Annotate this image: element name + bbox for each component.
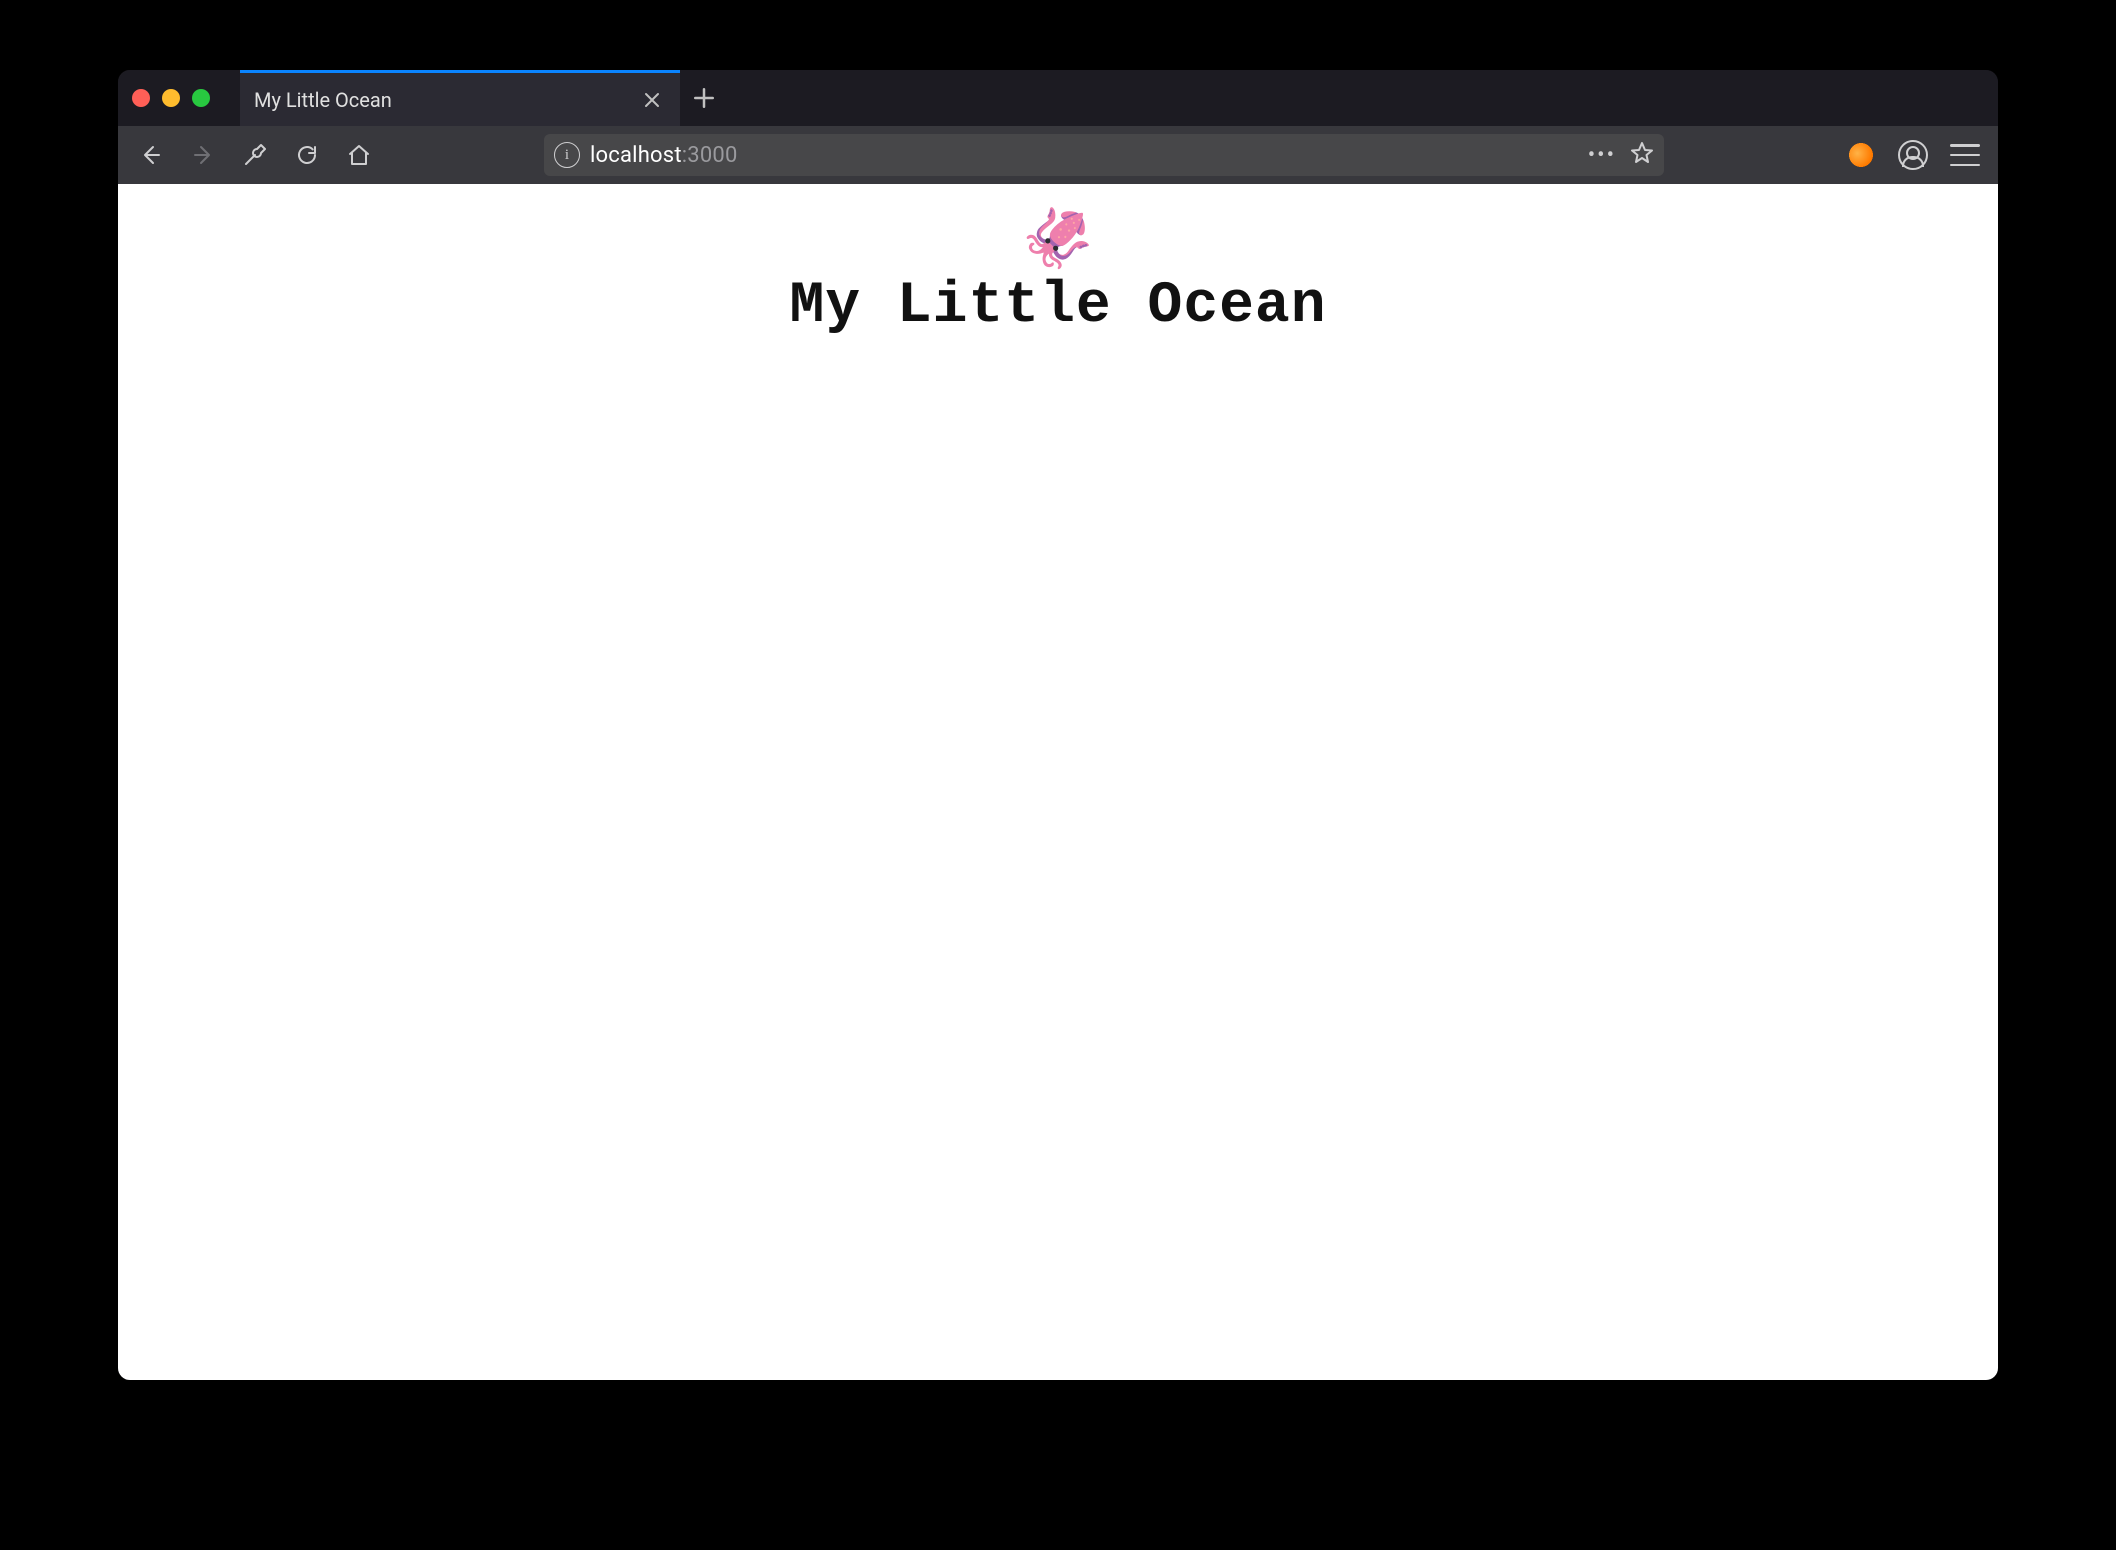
account-icon — [1898, 140, 1928, 170]
browser-window: My Little Ocean i localhos — [118, 70, 1998, 1380]
page-actions-button[interactable]: ••• — [1584, 143, 1620, 168]
close-icon — [644, 92, 660, 108]
plus-icon — [694, 88, 714, 108]
url-host: localhost — [590, 143, 682, 168]
home-icon — [347, 143, 371, 167]
window-zoom-button[interactable] — [192, 89, 210, 107]
star-icon — [1630, 141, 1654, 165]
window-close-button[interactable] — [132, 89, 150, 107]
site-info-button[interactable]: i — [554, 142, 580, 168]
new-tab-button[interactable] — [680, 70, 728, 126]
arrow-left-icon — [139, 143, 163, 167]
toolbar: i localhost:3000 ••• — [118, 126, 1998, 184]
url-port: :3000 — [682, 143, 738, 168]
account-button[interactable] — [1890, 133, 1936, 177]
page-heading: My Little Ocean — [789, 274, 1326, 339]
page-viewport: 🦑 My Little Ocean — [118, 184, 1998, 1380]
window-minimize-button[interactable] — [162, 89, 180, 107]
page-emoji: 🦑 — [1022, 210, 1094, 268]
extension-icon — [1843, 137, 1879, 173]
hamburger-icon — [1950, 144, 1980, 166]
arrow-right-icon — [191, 143, 215, 167]
tab-close-button[interactable] — [638, 86, 666, 114]
tab-strip: My Little Ocean — [118, 70, 1998, 126]
bookmark-button[interactable] — [1630, 141, 1654, 169]
url-text: localhost:3000 — [590, 143, 1574, 168]
wrench-icon — [243, 143, 267, 167]
browser-tab[interactable]: My Little Ocean — [240, 70, 680, 126]
home-button[interactable] — [336, 133, 382, 177]
devtools-button[interactable] — [232, 133, 278, 177]
extension-button[interactable] — [1838, 133, 1884, 177]
forward-button[interactable] — [180, 133, 226, 177]
reload-button[interactable] — [284, 133, 330, 177]
reload-icon — [295, 143, 319, 167]
window-controls — [132, 70, 240, 126]
app-menu-button[interactable] — [1942, 133, 1988, 177]
address-bar[interactable]: i localhost:3000 ••• — [544, 134, 1664, 176]
tab-title: My Little Ocean — [254, 88, 624, 112]
back-button[interactable] — [128, 133, 174, 177]
